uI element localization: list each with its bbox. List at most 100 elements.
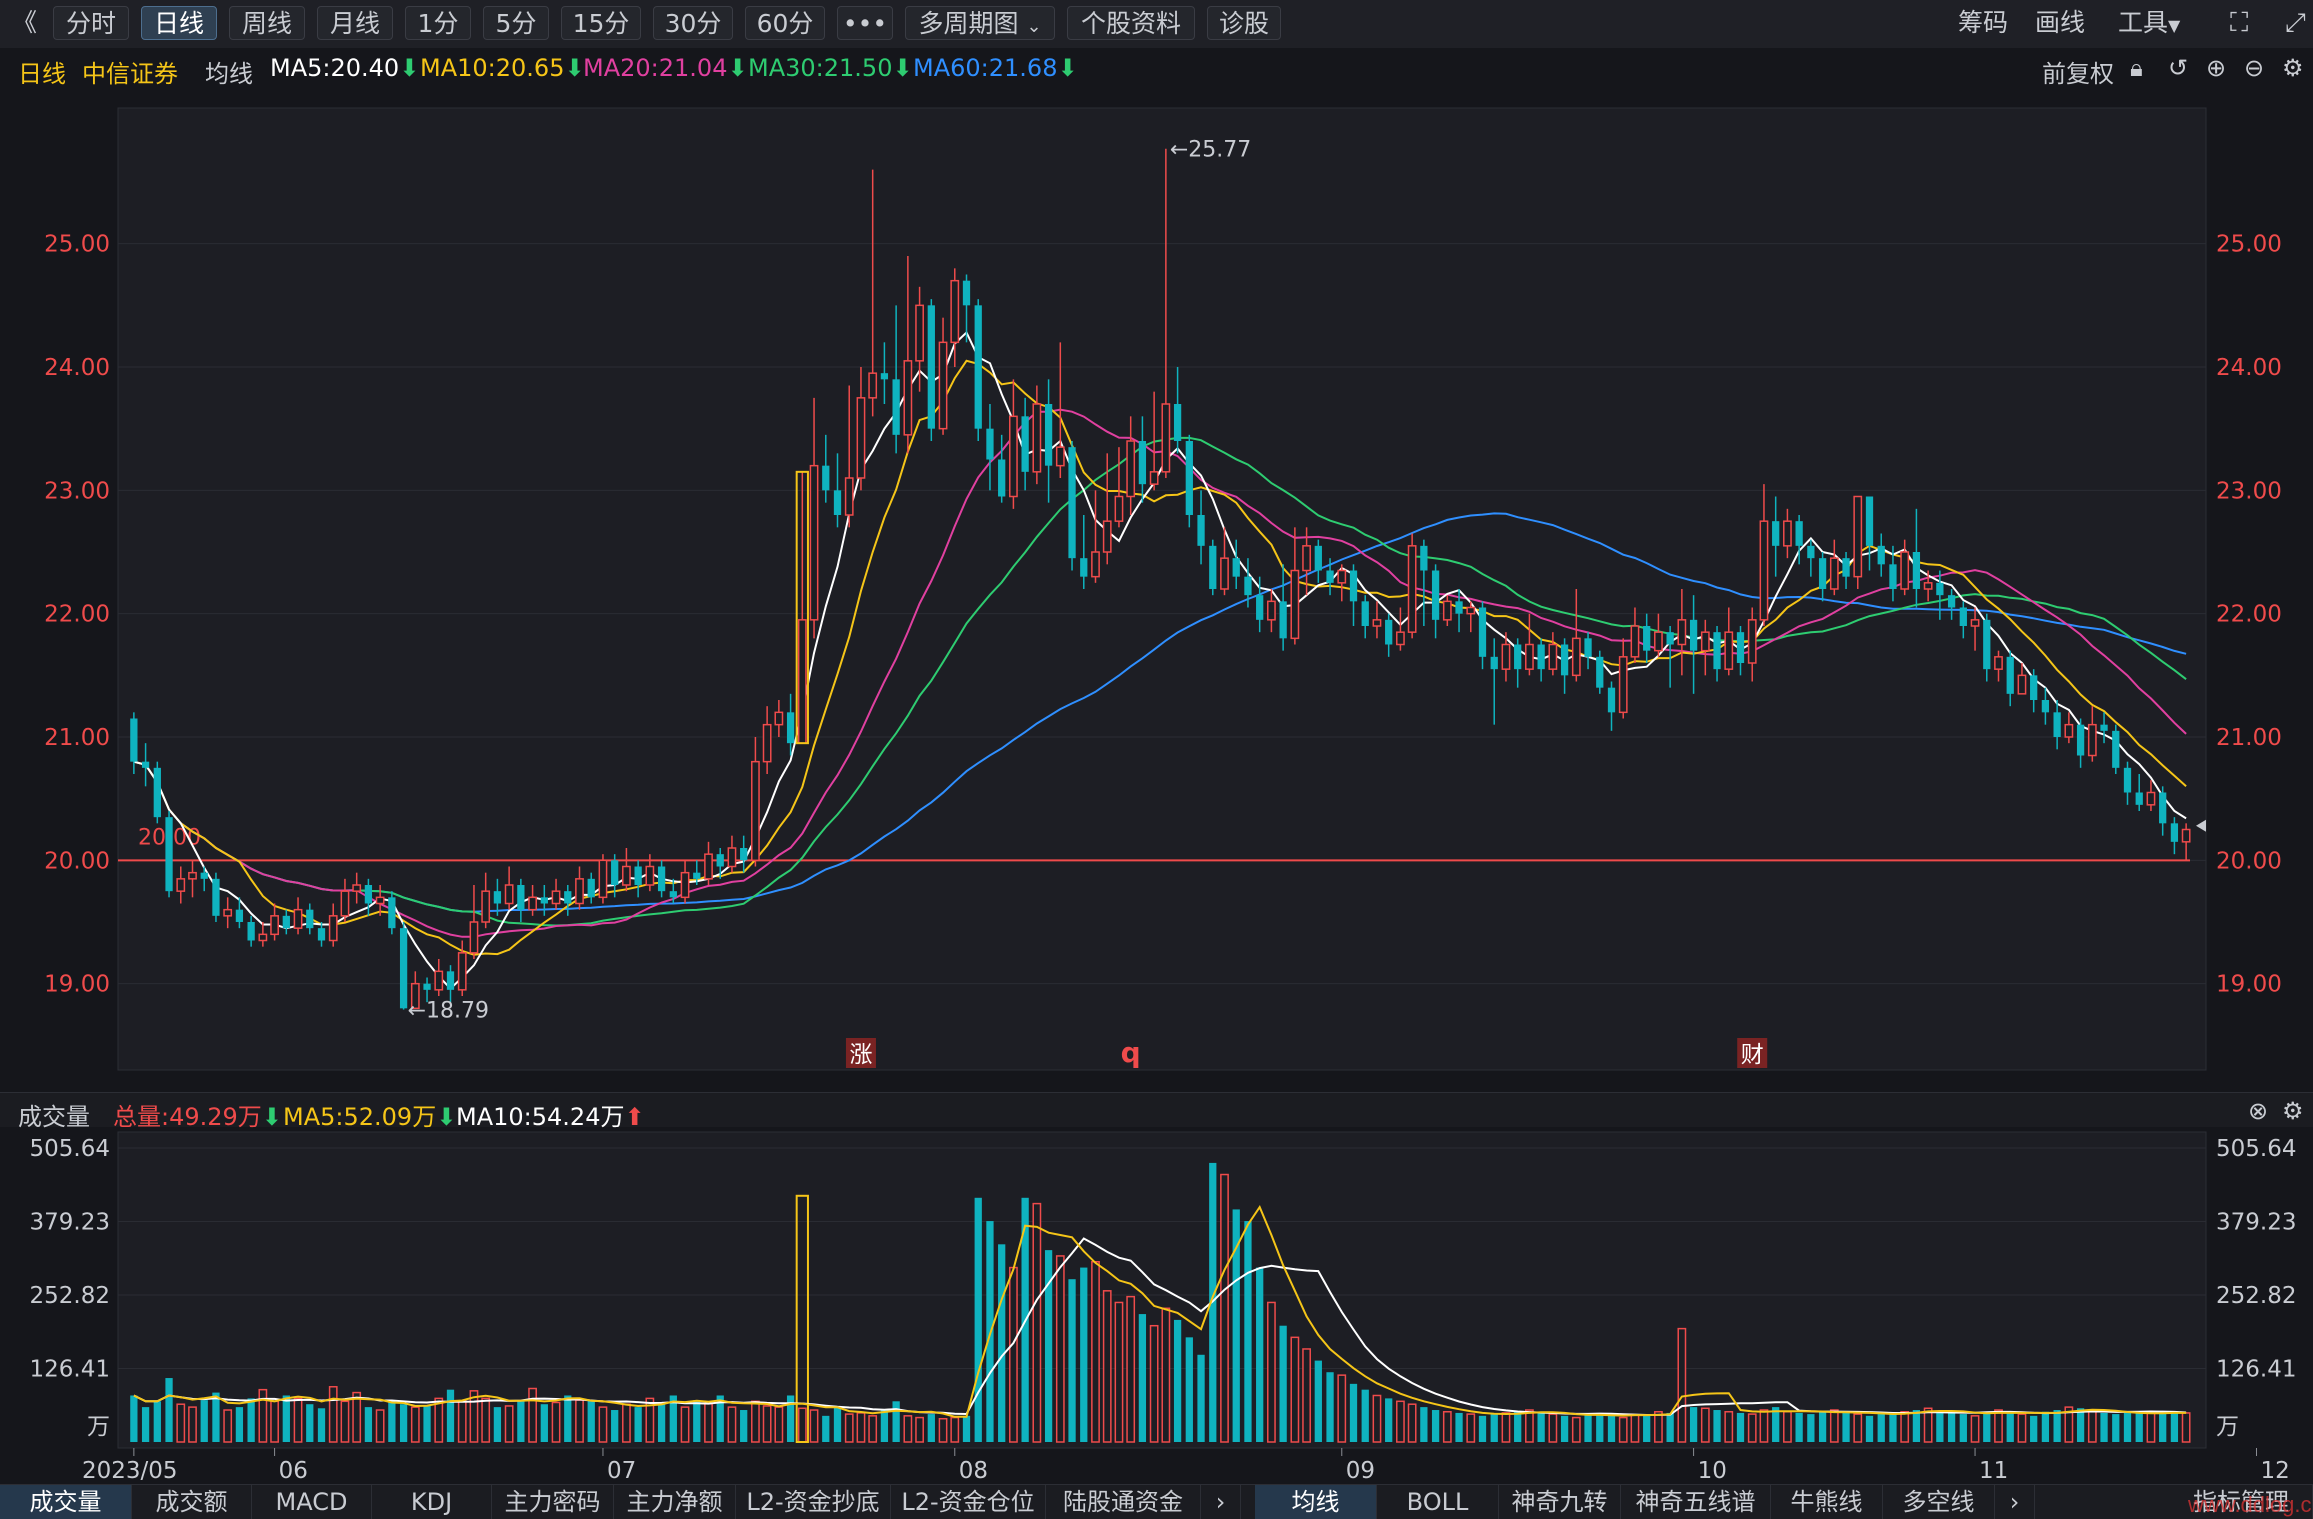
volume-bar [762, 1405, 772, 1443]
volume-bar [1102, 1290, 1112, 1443]
volume-bar [1877, 1414, 1885, 1442]
tab-turnover[interactable]: 成交额 [132, 1485, 252, 1519]
candle-body [1818, 558, 1827, 589]
candle-body [423, 983, 431, 990]
volume-bar [1161, 1307, 1171, 1443]
candle-body [293, 908, 303, 929]
tab-bull-bear[interactable]: 牛熊线 [1771, 1485, 1883, 1519]
volume-bar [517, 1401, 525, 1442]
candle-body [657, 866, 666, 892]
candle-body [1736, 632, 1745, 663]
fullscreen-icon[interactable]: ⛶ [2230, 8, 2248, 39]
adjust-label[interactable]: 前复权 [2042, 54, 2114, 89]
volume-bar [1571, 1416, 1581, 1443]
candle-body [927, 305, 935, 429]
tab-magic-five[interactable]: 神奇五线谱 [1621, 1485, 1771, 1519]
tab-ma[interactable]: 均线 [1255, 1485, 1377, 1519]
chevron-right-icon-2[interactable]: › [1995, 1485, 2035, 1519]
candle-body [1290, 569, 1300, 640]
tab-30min[interactable]: 30分 [653, 6, 733, 40]
chevron-right-icon[interactable]: › [1201, 1485, 1241, 1519]
ma-label[interactable]: 均线 [205, 54, 253, 89]
volume-bar [1618, 1416, 1628, 1443]
undo-icon[interactable]: ↺ [2168, 54, 2188, 82]
tab-volume[interactable]: 成交量 [0, 1485, 132, 1519]
volume-bar [657, 1402, 666, 1442]
price-chart[interactable]: 20.00 25.00 24.00 23.00 22.00 21.00 20.00 19.0… [0, 88, 2313, 1092]
settings-icon[interactable]: ⚙ [2282, 54, 2304, 82]
volume-bar [1478, 1415, 1487, 1442]
candle-body [388, 897, 396, 929]
candle-body [1912, 552, 1921, 589]
volume-bar [388, 1401, 396, 1442]
volume-bar [1983, 1411, 1991, 1442]
tab-main-code[interactable]: 主力密码 [492, 1485, 614, 1519]
top-toolbar: 《 分时 日线 周线 月线 1分 5分 15分 30分 60分 ••• 多周期图… [0, 0, 2313, 49]
close-icon[interactable]: ⊗ [2248, 1097, 2268, 1125]
volume-bar [1829, 1409, 1839, 1443]
tab-15min[interactable]: 15分 [561, 6, 641, 40]
chips-button[interactable]: 筹码 [1958, 6, 2008, 40]
multi-period-dropdown[interactable]: 多周期图 ⌄ [905, 6, 1055, 40]
volume-bar [2076, 1408, 2085, 1442]
volume-bar [2053, 1410, 2061, 1442]
lock-icon[interactable]: 🔒︎ [2130, 54, 2143, 82]
caret-down-icon: ▼ [2168, 16, 2181, 35]
tab-60min[interactable]: 60分 [745, 6, 825, 40]
volume-bar [1396, 1400, 1405, 1443]
tools-dropdown[interactable]: 工具▼ [2118, 6, 2180, 40]
volume-bar [740, 1410, 748, 1442]
ma-info-bar: 日线 中信证券 均线 MA5:20.40⬇ MA10:20.65⬇ MA20:2… [0, 48, 2313, 88]
x-tick-label: 12 [2261, 1458, 2290, 1484]
volume-bar [141, 1407, 150, 1442]
tab-long-short[interactable]: 多空线 [1883, 1485, 1995, 1519]
volume-bar [1889, 1412, 1897, 1442]
volume-bar [1126, 1295, 1136, 1443]
tab-kdj[interactable]: KDJ [372, 1485, 492, 1519]
candle-body [903, 360, 913, 436]
candle-body [1853, 495, 1863, 578]
diagnosis-button[interactable]: 诊股 [1207, 6, 1281, 40]
volume-settings-icon[interactable]: ⚙ [2282, 1097, 2304, 1125]
candle-body [2170, 823, 2179, 842]
expand-icon[interactable]: ⤢ [2285, 8, 2306, 39]
volume-bar [1548, 1413, 1558, 1443]
candle-body [1807, 545, 1815, 559]
tab-1min[interactable]: 1分 [405, 6, 471, 40]
candle-body [786, 712, 795, 744]
tab-monthly[interactable]: 月线 [317, 6, 393, 40]
back-button[interactable]: 《 [12, 6, 37, 40]
volume-bar [1724, 1411, 1734, 1443]
volume-chart[interactable]: 505.64 505.64 379.23 379.23 252.82 252.82 126.… [0, 1126, 2313, 1484]
volume-bar [375, 1409, 385, 1443]
volume-bar [1009, 1266, 1018, 1443]
tab-magic-nine[interactable]: 神奇九转 [1499, 1485, 1621, 1519]
tab-daily[interactable]: 日线 [141, 6, 217, 40]
stock-info-button[interactable]: 个股资料 [1067, 6, 1195, 40]
tab-main-net[interactable]: 主力净额 [614, 1485, 736, 1519]
candle-body [1442, 600, 1452, 621]
tab-l2-bottom[interactable]: L2-资金抄底 [736, 1485, 891, 1519]
volume-bar [247, 1398, 255, 1442]
volume-bar [1490, 1414, 1498, 1442]
more-button[interactable]: ••• [837, 6, 893, 40]
candle-body [1209, 545, 1217, 589]
minus-icon[interactable]: ⊖ [2244, 54, 2264, 82]
candle-body [504, 884, 514, 905]
tab-macd[interactable]: MACD [252, 1485, 372, 1519]
tab-hk-connect[interactable]: 陆股通资金 [1046, 1485, 1201, 1519]
tab-l2-position[interactable]: L2-资金仓位 [891, 1485, 1046, 1519]
volume-bar [1080, 1267, 1088, 1442]
add-icon[interactable]: ⊕ [2206, 54, 2226, 82]
candle-body [1772, 521, 1780, 546]
volume-bar [1314, 1360, 1322, 1442]
draw-line-button[interactable]: 画线 [2035, 6, 2085, 40]
candle-body [528, 896, 537, 911]
tab-boll[interactable]: BOLL [1377, 1485, 1499, 1519]
tab-fenshi[interactable]: 分时 [53, 6, 129, 40]
volume-bar [1114, 1301, 1124, 1443]
volume-bar [2159, 1412, 2167, 1442]
tab-5min[interactable]: 5分 [483, 6, 549, 40]
candle-body [1560, 644, 1569, 676]
tab-weekly[interactable]: 周线 [229, 6, 305, 40]
